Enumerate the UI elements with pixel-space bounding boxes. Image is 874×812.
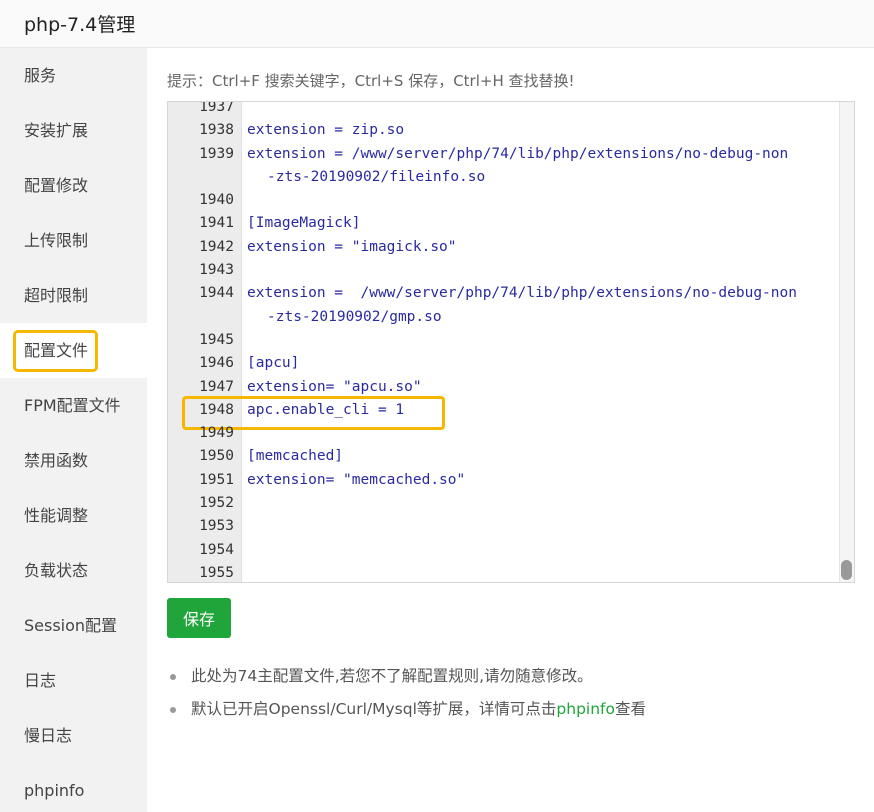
scrollbar-thumb[interactable] — [841, 560, 852, 580]
sidebar-item-upload-limit[interactable]: 上传限制 — [0, 213, 147, 268]
code-line: 1937 — [168, 101, 840, 119]
main-panel: 提示：Ctrl+F 搜索关键字，Ctrl+S 保存，Ctrl+H 查找替换! 1… — [147, 48, 874, 812]
line-number: 1940 — [199, 192, 234, 209]
line-text: [apcu] — [247, 355, 300, 372]
line-number: 1939 — [199, 145, 234, 162]
line-number: 1947 — [199, 378, 234, 395]
code-line: 1953 — [168, 515, 840, 538]
code-line: 1938 extension = zip.so — [168, 119, 840, 142]
code-lines[interactable]: 1937 1938 extension = zip.so 1939 extensio… — [168, 101, 840, 582]
sidebar-item-slow-log[interactable]: 慢日志 — [0, 708, 147, 763]
line-number: 1951 — [199, 471, 234, 488]
list-item: 此处为74主配置文件,若您不了解配置规则,请勿随意修改。 — [167, 660, 646, 693]
sidebar-item-label: Session配置 — [24, 616, 118, 635]
sidebar-item-session-config[interactable]: Session配置 — [0, 598, 147, 653]
code-line: 1945 — [168, 329, 840, 352]
save-button[interactable]: 保存 — [167, 598, 231, 638]
sidebar-item-config-file[interactable]: 配置文件 — [0, 323, 147, 378]
code-line: 1946 [apcu] — [168, 352, 840, 375]
sidebar-item-label: 禁用函数 — [24, 451, 89, 470]
code-line: 1939 extension = /www/server/php/74/lib/p… — [168, 143, 840, 190]
line-number: 1945 — [199, 331, 234, 348]
window-titlebar: php-7.4管理 — [0, 0, 874, 48]
note-text: 此处为74主配置文件,若您不了解配置规则,请勿随意修改。 — [191, 667, 593, 685]
line-number: 1937 — [199, 101, 234, 115]
sidebar-item-performance-tuning[interactable]: 性能调整 — [0, 488, 147, 543]
line-number: 1949 — [199, 425, 234, 442]
shortcut-hint: 提示：Ctrl+F 搜索关键字，Ctrl+S 保存，Ctrl+H 查找替换! — [167, 72, 575, 90]
editor-scrollbar[interactable] — [839, 102, 854, 582]
line-number: 1946 — [199, 355, 234, 372]
sidebar-item-label: 配置修改 — [24, 176, 89, 195]
sidebar-item-label: 慢日志 — [24, 726, 73, 745]
line-text: extension = zip.so — [247, 122, 405, 139]
sidebar-item-label: FPM配置文件 — [24, 396, 121, 415]
sidebar-item-label: 服务 — [24, 66, 57, 85]
sidebar-item-install-extensions[interactable]: 安装扩展 — [0, 103, 147, 158]
code-line: 1942 extension = "imagick.so" — [168, 236, 840, 259]
line-text-wrapped: -zts-20190902/fileinfo.so — [267, 168, 486, 185]
line-text: extension= "memcached.so" — [247, 471, 466, 488]
line-text: extension = /www/server/php/74/lib/php/e… — [247, 143, 827, 190]
code-line-highlighted: 1948 apc.enable_cli = 1 — [168, 395, 840, 431]
code-editor[interactable]: 1937 1938 extension = zip.so 1939 extensio… — [167, 101, 855, 583]
line-number: 1948 — [199, 401, 234, 418]
sidebar-item-config-edit[interactable]: 配置修改 — [0, 158, 147, 213]
sidebar-item-label: phpinfo — [24, 781, 85, 800]
note-text-suffix: 查看 — [614, 700, 646, 718]
line-number: 1950 — [199, 448, 234, 465]
line-number: 1942 — [199, 238, 234, 255]
notes-list: 此处为74主配置文件,若您不了解配置规则,请勿随意修改。 默认已开启Openss… — [167, 660, 646, 726]
code-line: 1941 [ImageMagick] — [168, 212, 840, 235]
line-number: 1954 — [199, 541, 234, 558]
code-line: 1955 — [168, 562, 840, 582]
sidebar-item-service[interactable]: 服务 — [0, 48, 147, 103]
line-text: [ImageMagick] — [247, 215, 361, 232]
sidebar-item-phpinfo[interactable]: phpinfo — [0, 763, 147, 812]
line-number: 1941 — [199, 215, 234, 232]
code-line: 1947 extension= "apcu.so" — [168, 376, 840, 399]
sidebar-item-fpm-config-file[interactable]: FPM配置文件 — [0, 378, 147, 433]
code-line: 1954 — [168, 539, 840, 562]
sidebar-item-label: 上传限制 — [24, 231, 89, 250]
sidebar-item-label: 性能调整 — [24, 506, 89, 525]
line-number: 1943 — [199, 262, 234, 279]
line-text: extension = "imagick.so" — [247, 238, 457, 255]
highlight-box — [13, 330, 98, 372]
line-number: 1953 — [199, 518, 234, 535]
sidebar-item-log[interactable]: 日志 — [0, 653, 147, 708]
window-title: php-7.4管理 — [24, 14, 136, 36]
line-number: 1955 — [199, 564, 234, 581]
code-line: 1944 extension = /www/server/php/74/lib/p… — [168, 282, 840, 329]
line-text-wrapped: -zts-20190902/gmp.so — [267, 308, 442, 325]
code-line: 1952 — [168, 492, 840, 515]
note-text-prefix: 默认已开启Openssl/Curl/Mysql等扩展，详情可点击 — [191, 700, 557, 718]
sidebar-item-load-status[interactable]: 负载状态 — [0, 543, 147, 598]
line-text: [memcached] — [247, 448, 344, 465]
code-line: 1950 [memcached] — [168, 445, 840, 468]
list-item: 默认已开启Openssl/Curl/Mysql等扩展，详情可点击phpinfo查… — [167, 693, 646, 726]
phpinfo-link[interactable]: phpinfo — [556, 700, 615, 718]
sidebar-item-label: 负载状态 — [24, 561, 89, 580]
sidebar-item-timeout-limit[interactable]: 超时限制 — [0, 268, 147, 323]
code-line: 1949 — [168, 422, 840, 445]
line-text: extension= "apcu.so" — [247, 378, 422, 395]
line-text: extension = /www/server/php/74/lib/php/e… — [247, 282, 827, 329]
sidebar-item-label: 超时限制 — [24, 286, 89, 305]
line-number: 1952 — [199, 495, 234, 512]
line-text: apc.enable_cli = 1 — [247, 401, 405, 418]
line-number: 1938 — [199, 122, 234, 139]
code-line: 1943 — [168, 259, 840, 282]
sidebar-item-label: 安装扩展 — [24, 121, 89, 140]
sidebar: 服务 安装扩展 配置修改 上传限制 超时限制 配置文件 FPM配置文件 禁用函数… — [0, 48, 147, 812]
sidebar-item-label: 日志 — [24, 671, 57, 690]
line-text-main: extension = /www/server/php/74/lib/php/e… — [247, 285, 797, 302]
sidebar-item-disabled-functions[interactable]: 禁用函数 — [0, 433, 147, 488]
line-number: 1944 — [199, 285, 234, 302]
code-line: 1951 extension= "memcached.so" — [168, 469, 840, 492]
line-text-main: extension = /www/server/php/74/lib/php/e… — [247, 145, 789, 162]
code-line: 1940 — [168, 189, 840, 212]
